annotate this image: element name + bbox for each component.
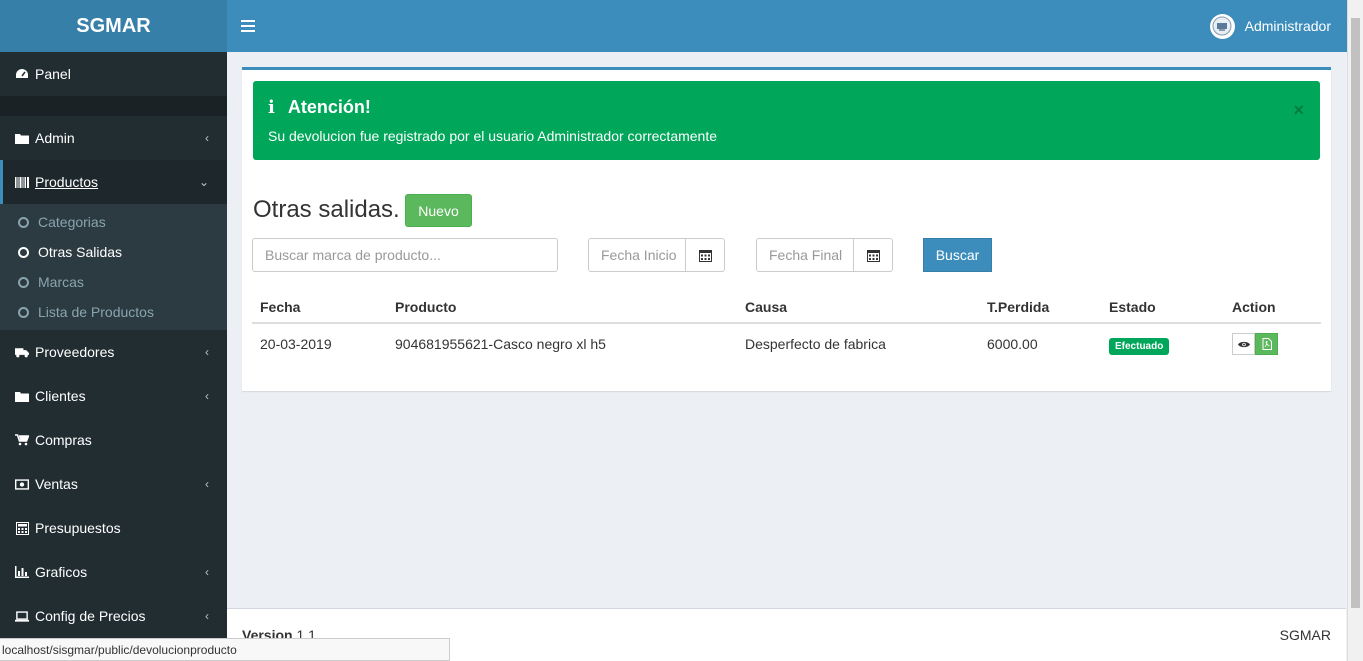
money-icon <box>15 477 29 491</box>
status-badge-label: Efectuado <box>1109 338 1170 355</box>
eye-icon <box>1237 341 1250 347</box>
submenu-item-marcas[interactable]: Marcas <box>0 267 227 297</box>
sidebar-item-label: Proveedores <box>35 344 115 360</box>
date-start-group: Fecha Inicio <box>588 238 725 272</box>
table-header-row: Fecha Producto Causa T.Perdida Estado Ac… <box>252 292 1321 324</box>
info-icon: i <box>268 97 275 118</box>
sidebar-item-label: Panel <box>35 66 71 82</box>
sidebar-item-panel[interactable]: Panel <box>0 52 227 96</box>
status-badge: Efectuado <box>1109 336 1170 355</box>
sidebar-item-label: Compras <box>35 432 92 448</box>
date-start-input[interactable]: Fecha Inicio <box>588 238 686 272</box>
calculator-icon <box>15 521 29 535</box>
sidebar-item-label: Graficos <box>35 564 88 580</box>
footer-brand: SGMAR <box>1279 627 1331 643</box>
submenu-item-label: Otras Salidas <box>38 244 123 260</box>
alert-message: Su devolucion fue registrado por el usua… <box>268 128 718 144</box>
sidebar-item-config-precios[interactable]: Config de Precios ‹ <box>0 594 227 638</box>
column-header-estado[interactable]: Estado <box>1109 299 1156 315</box>
submenu-item-label: Lista de Productos <box>38 304 154 320</box>
sidebar-divider <box>0 96 227 116</box>
submenu-item-categorias[interactable]: Categorias <box>0 207 227 237</box>
page-title: Otras salidas. <box>253 196 400 223</box>
chevron-left-icon: ‹ <box>205 131 209 145</box>
folder-icon <box>15 131 29 145</box>
sidebar-item-admin[interactable]: Admin ‹ <box>0 116 227 160</box>
cell-producto: 904681955621-Casco negro xl h5 <box>395 336 606 352</box>
browser-status-url: localhost/sisgmar/public/devolucionprodu… <box>0 638 450 661</box>
sidebar-item-productos[interactable]: Productos ⌄ <box>0 160 227 204</box>
avatar <box>1209 13 1235 39</box>
submenu-item-lista-productos[interactable]: Lista de Productos <box>0 297 227 327</box>
menu-toggle-icon[interactable] <box>241 20 255 32</box>
salidas-table: Fecha Producto Causa T.Perdida Estado Ac… <box>252 292 1321 364</box>
dashboard-icon <box>15 67 29 81</box>
column-header-perdida[interactable]: T.Perdida <box>987 299 1049 315</box>
content-box: i Atención! Su devolucion fue registrado… <box>242 67 1331 391</box>
sidebar-item-graficos[interactable]: Graficos ‹ <box>0 550 227 594</box>
sidebar-item-label: Admin <box>35 130 75 146</box>
chevron-left-icon: ‹ <box>205 389 209 403</box>
sidebar-item-label: Presupuestos <box>35 520 121 536</box>
cell-causa: Desperfecto de fabrica <box>745 336 886 352</box>
folder-icon <box>15 389 29 403</box>
chevron-left-icon: ‹ <box>205 345 209 359</box>
bar-chart-icon <box>15 565 29 579</box>
page-scrollbar[interactable] <box>1347 0 1363 661</box>
calendar-icon[interactable] <box>686 238 725 272</box>
sidebar-item-proveedores[interactable]: Proveedores ‹ <box>0 330 227 374</box>
submenu-item-label: Categorias <box>38 214 106 230</box>
sidebar-item-presupuestos[interactable]: Presupuestos <box>0 506 227 550</box>
row-actions <box>1232 333 1278 355</box>
cell-fecha: 20-03-2019 <box>260 336 332 352</box>
success-alert: i Atención! Su devolucion fue registrado… <box>253 81 1320 160</box>
user-menu[interactable]: Administrador <box>1209 13 1331 39</box>
column-header-action: Action <box>1232 299 1276 315</box>
alert-title: i Atención! <box>268 97 371 118</box>
calendar-icon[interactable] <box>854 238 893 272</box>
circle-icon <box>18 216 29 228</box>
sidebar-item-label: Productos <box>35 174 99 190</box>
app-logo[interactable]: SGMAR <box>0 0 227 52</box>
view-button[interactable] <box>1232 333 1255 355</box>
search-button[interactable]: Buscar <box>923 238 992 272</box>
circle-icon <box>18 306 29 318</box>
barcode-icon <box>15 175 29 189</box>
date-end-group: Fecha Final <box>756 238 893 272</box>
pdf-button[interactable] <box>1255 333 1278 355</box>
chevron-left-icon: ‹ <box>205 477 209 491</box>
chevron-down-icon: ⌄ <box>198 175 209 189</box>
cart-icon <box>15 433 29 447</box>
new-button[interactable]: Nuevo <box>405 194 472 227</box>
scrollbar-thumb[interactable] <box>1351 18 1360 608</box>
column-header-causa[interactable]: Causa <box>745 299 787 315</box>
chevron-left-icon: ‹ <box>205 609 209 623</box>
column-header-producto[interactable]: Producto <box>395 299 456 315</box>
column-header-fecha[interactable]: Fecha <box>260 299 300 315</box>
truck-icon <box>15 345 29 359</box>
productos-submenu: Categorias Otras Salidas Marcas Lista de… <box>0 204 227 330</box>
chevron-left-icon: ‹ <box>205 565 209 579</box>
submenu-item-otras-salidas[interactable]: Otras Salidas <box>0 237 227 267</box>
circle-icon <box>18 276 29 288</box>
sidebar-item-compras[interactable]: Compras <box>0 418 227 462</box>
laptop-icon <box>15 609 29 623</box>
submenu-item-label: Marcas <box>38 274 84 290</box>
cell-perdida: 6000.00 <box>987 336 1038 352</box>
alert-title-text: Atención! <box>287 97 371 117</box>
circle-icon <box>18 246 29 258</box>
sidebar-item-clientes[interactable]: Clientes ‹ <box>0 374 227 418</box>
top-navbar: Administrador <box>227 0 1363 52</box>
search-input[interactable]: Buscar marca de producto... <box>252 238 558 272</box>
sidebar-item-ventas[interactable]: Ventas ‹ <box>0 462 227 506</box>
file-pdf-icon <box>1262 338 1272 350</box>
sidebar-item-label: Config de Precios <box>35 608 146 624</box>
table-row: 20-03-2019 904681955621-Casco negro xl h… <box>252 324 1321 364</box>
sidebar-item-label: Clientes <box>35 388 86 404</box>
user-name: Administrador <box>1244 18 1331 34</box>
date-end-input[interactable]: Fecha Final <box>756 238 854 272</box>
sidebar: SGMAR Panel Admin ‹ Productos ⌄ Categori… <box>0 0 227 661</box>
sidebar-item-label: Ventas <box>35 476 78 492</box>
close-icon[interactable]: × <box>1293 100 1304 121</box>
